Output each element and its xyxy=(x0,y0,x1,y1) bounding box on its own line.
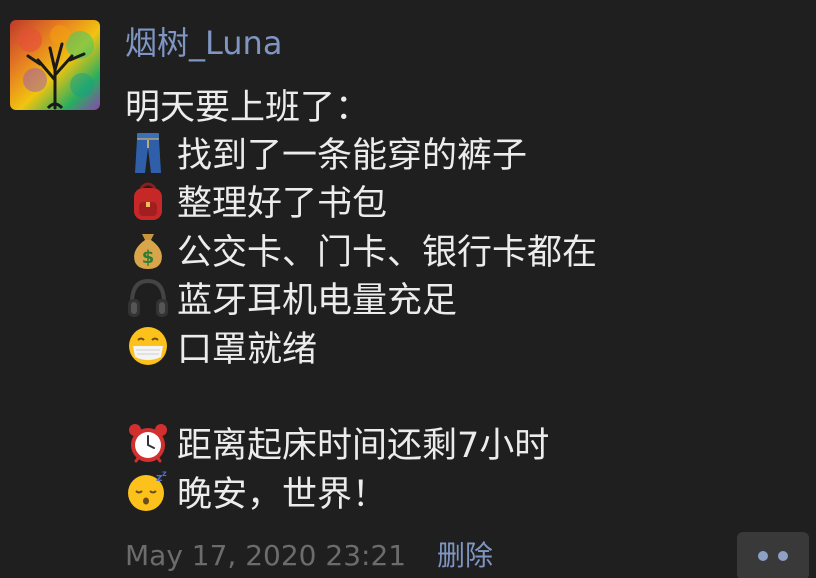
ellipsis-icon xyxy=(758,551,768,561)
moment-post: 烟树_Luna 明天要上班了： 找到了一条能穿的裤子 整理好了书包 $ 公交卡、… xyxy=(0,0,816,578)
post-line-text: 距离起床时间还剩7小时 xyxy=(177,426,550,467)
backpack-icon xyxy=(125,178,171,224)
money-bag-icon: $ xyxy=(125,226,171,272)
post-footer: May 17, 2020 23:21 删除 xyxy=(125,536,493,576)
svg-text:$: $ xyxy=(142,247,155,268)
svg-text:z: z xyxy=(162,469,167,478)
post-line: 整理好了书包 xyxy=(125,177,805,225)
post-line-text: 整理好了书包 xyxy=(177,184,388,225)
post-line-text: 找到了一条能穿的裤子 xyxy=(177,136,528,177)
post-line-text: 蓝牙耳机电量充足 xyxy=(177,281,458,322)
post-line-text: 公交卡、门卡、银行卡都在 xyxy=(177,232,598,273)
post-line: 距离起床时间还剩7小时 xyxy=(125,419,805,467)
post-content: 明天要上班了： 找到了一条能穿的裤子 整理好了书包 $ 公交卡、门卡、银行卡都在… xyxy=(125,80,805,516)
post-line: z z 晚安，世界！ xyxy=(125,467,805,515)
post-line: $ 公交卡、门卡、银行卡都在 xyxy=(125,225,805,273)
post-line-text: 口罩就绪 xyxy=(177,329,318,370)
post-timestamp: May 17, 2020 23:21 xyxy=(125,539,407,572)
headphones-icon xyxy=(125,275,171,321)
post-line-text: 明天要上班了： xyxy=(125,87,371,128)
avatar[interactable] xyxy=(10,20,100,110)
post-line: 口罩就绪 xyxy=(125,322,805,370)
delete-link[interactable]: 删除 xyxy=(437,539,493,572)
more-button[interactable] xyxy=(737,532,809,578)
alarm-clock-icon xyxy=(125,420,171,466)
jeans-icon xyxy=(125,130,171,176)
tree-avatar-icon xyxy=(10,20,100,110)
post-line: 蓝牙耳机电量充足 xyxy=(125,274,805,322)
post-line-text: 晚安，世界！ xyxy=(177,474,388,515)
author-name[interactable]: 烟树_Luna xyxy=(125,20,282,66)
ellipsis-icon xyxy=(778,551,788,561)
face-with-mask-icon xyxy=(125,323,171,369)
sleeping-face-icon: z z xyxy=(125,468,171,514)
post-line: 找到了一条能穿的裤子 xyxy=(125,128,805,176)
post-line: 明天要上班了： xyxy=(125,80,805,128)
